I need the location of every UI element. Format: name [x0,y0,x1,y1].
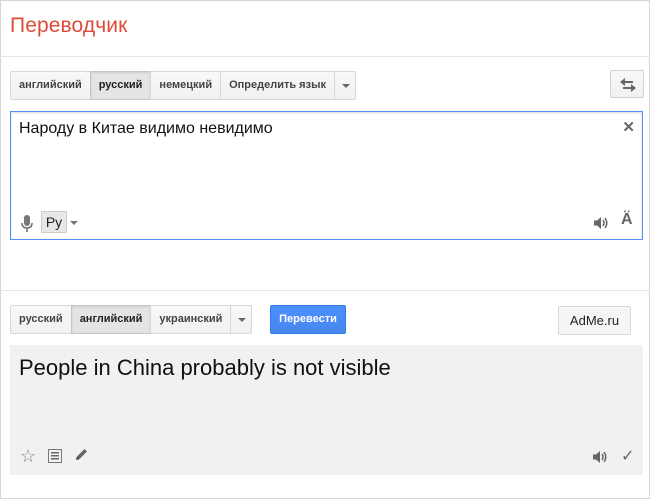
source-lang-german[interactable]: немецкий [150,71,222,100]
translation-result-area: People in China probably is not visible … [10,345,643,475]
source-language-bar: английский русский немецкий Определить я… [10,71,356,100]
swap-icon [620,78,636,92]
clear-icon[interactable]: ✕ [622,118,635,136]
star-icon[interactable]: ☆ [20,446,36,467]
input-tool-dropdown-icon[interactable] [70,221,78,225]
pencil-icon[interactable] [74,447,89,462]
section-divider [0,290,650,291]
translation-text: People in China probably is not visible [19,355,391,380]
source-text[interactable]: Народу в Китае видимо невидимо [19,120,273,138]
virtual-keyboard-icon[interactable]: Ä [621,211,633,229]
target-language-bar: русский английский украинский [10,305,253,334]
target-lang-dropdown-button[interactable] [230,305,253,334]
source-lang-dropdown-button[interactable] [333,71,356,100]
swap-languages-button[interactable] [610,70,644,98]
target-lang-ukrainian[interactable]: украинский [150,305,232,334]
source-lang-english[interactable]: английский [10,71,91,100]
check-icon[interactable]: ✓ [621,446,634,466]
header: Переводчик [0,0,650,57]
source-lang-russian[interactable]: русский [89,71,152,100]
page-title: Переводчик [10,14,128,37]
adme-button[interactable]: AdMe.ru [558,306,631,335]
speaker-icon[interactable] [592,450,608,464]
target-lang-english[interactable]: английский [70,305,152,334]
source-text-area[interactable]: Народу в Китае видимо невидимо ✕ Ру Ä [10,111,643,240]
input-tool-button[interactable]: Ру [41,211,67,233]
speaker-icon[interactable] [593,216,609,230]
microphone-icon[interactable] [21,215,33,233]
target-lang-russian[interactable]: русский [10,305,72,334]
source-lang-detect[interactable]: Определить язык [220,71,335,100]
list-icon[interactable] [48,449,62,463]
translate-button[interactable]: Перевести [270,305,346,334]
